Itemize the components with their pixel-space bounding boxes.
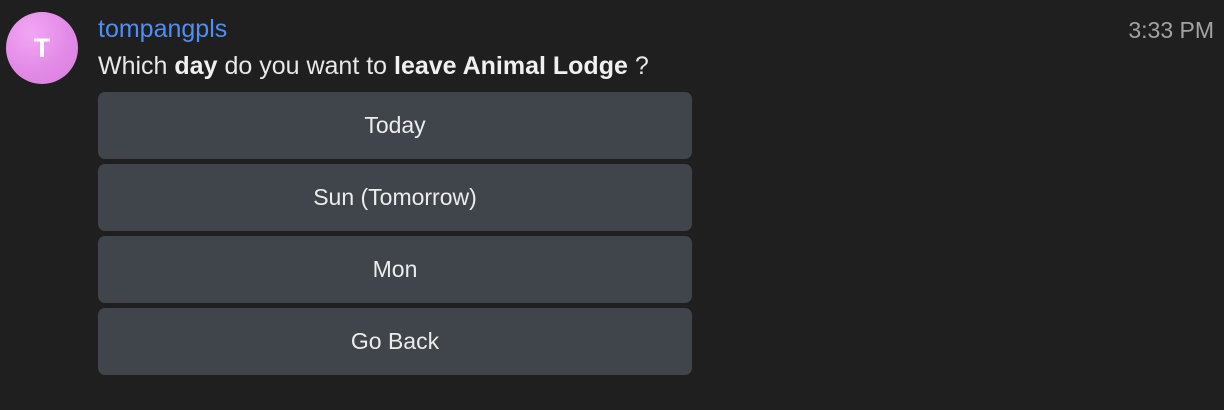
timestamp: 3:33 PM xyxy=(1128,17,1214,43)
option-mon-button[interactable]: Mon xyxy=(98,236,692,303)
go-back-button[interactable]: Go Back xyxy=(98,308,692,375)
message-text: Which day do you want to leave Animal Lo… xyxy=(98,50,649,82)
avatar[interactable]: T xyxy=(6,12,78,84)
message-text-part: ? xyxy=(627,52,649,80)
option-sun-tomorrow-button[interactable]: Sun (Tomorrow) xyxy=(98,164,692,231)
options-list: Today Sun (Tomorrow) Mon Go Back xyxy=(98,92,692,380)
option-today-button[interactable]: Today xyxy=(98,92,692,159)
message-text-part: do you want to xyxy=(217,52,395,80)
username[interactable]: tompangpls xyxy=(98,14,227,44)
message-text-part: Which xyxy=(98,52,175,80)
avatar-letter: T xyxy=(33,32,51,63)
message-bold-day: day xyxy=(174,52,218,80)
message-bold-location: leave Animal Lodge xyxy=(394,52,628,80)
